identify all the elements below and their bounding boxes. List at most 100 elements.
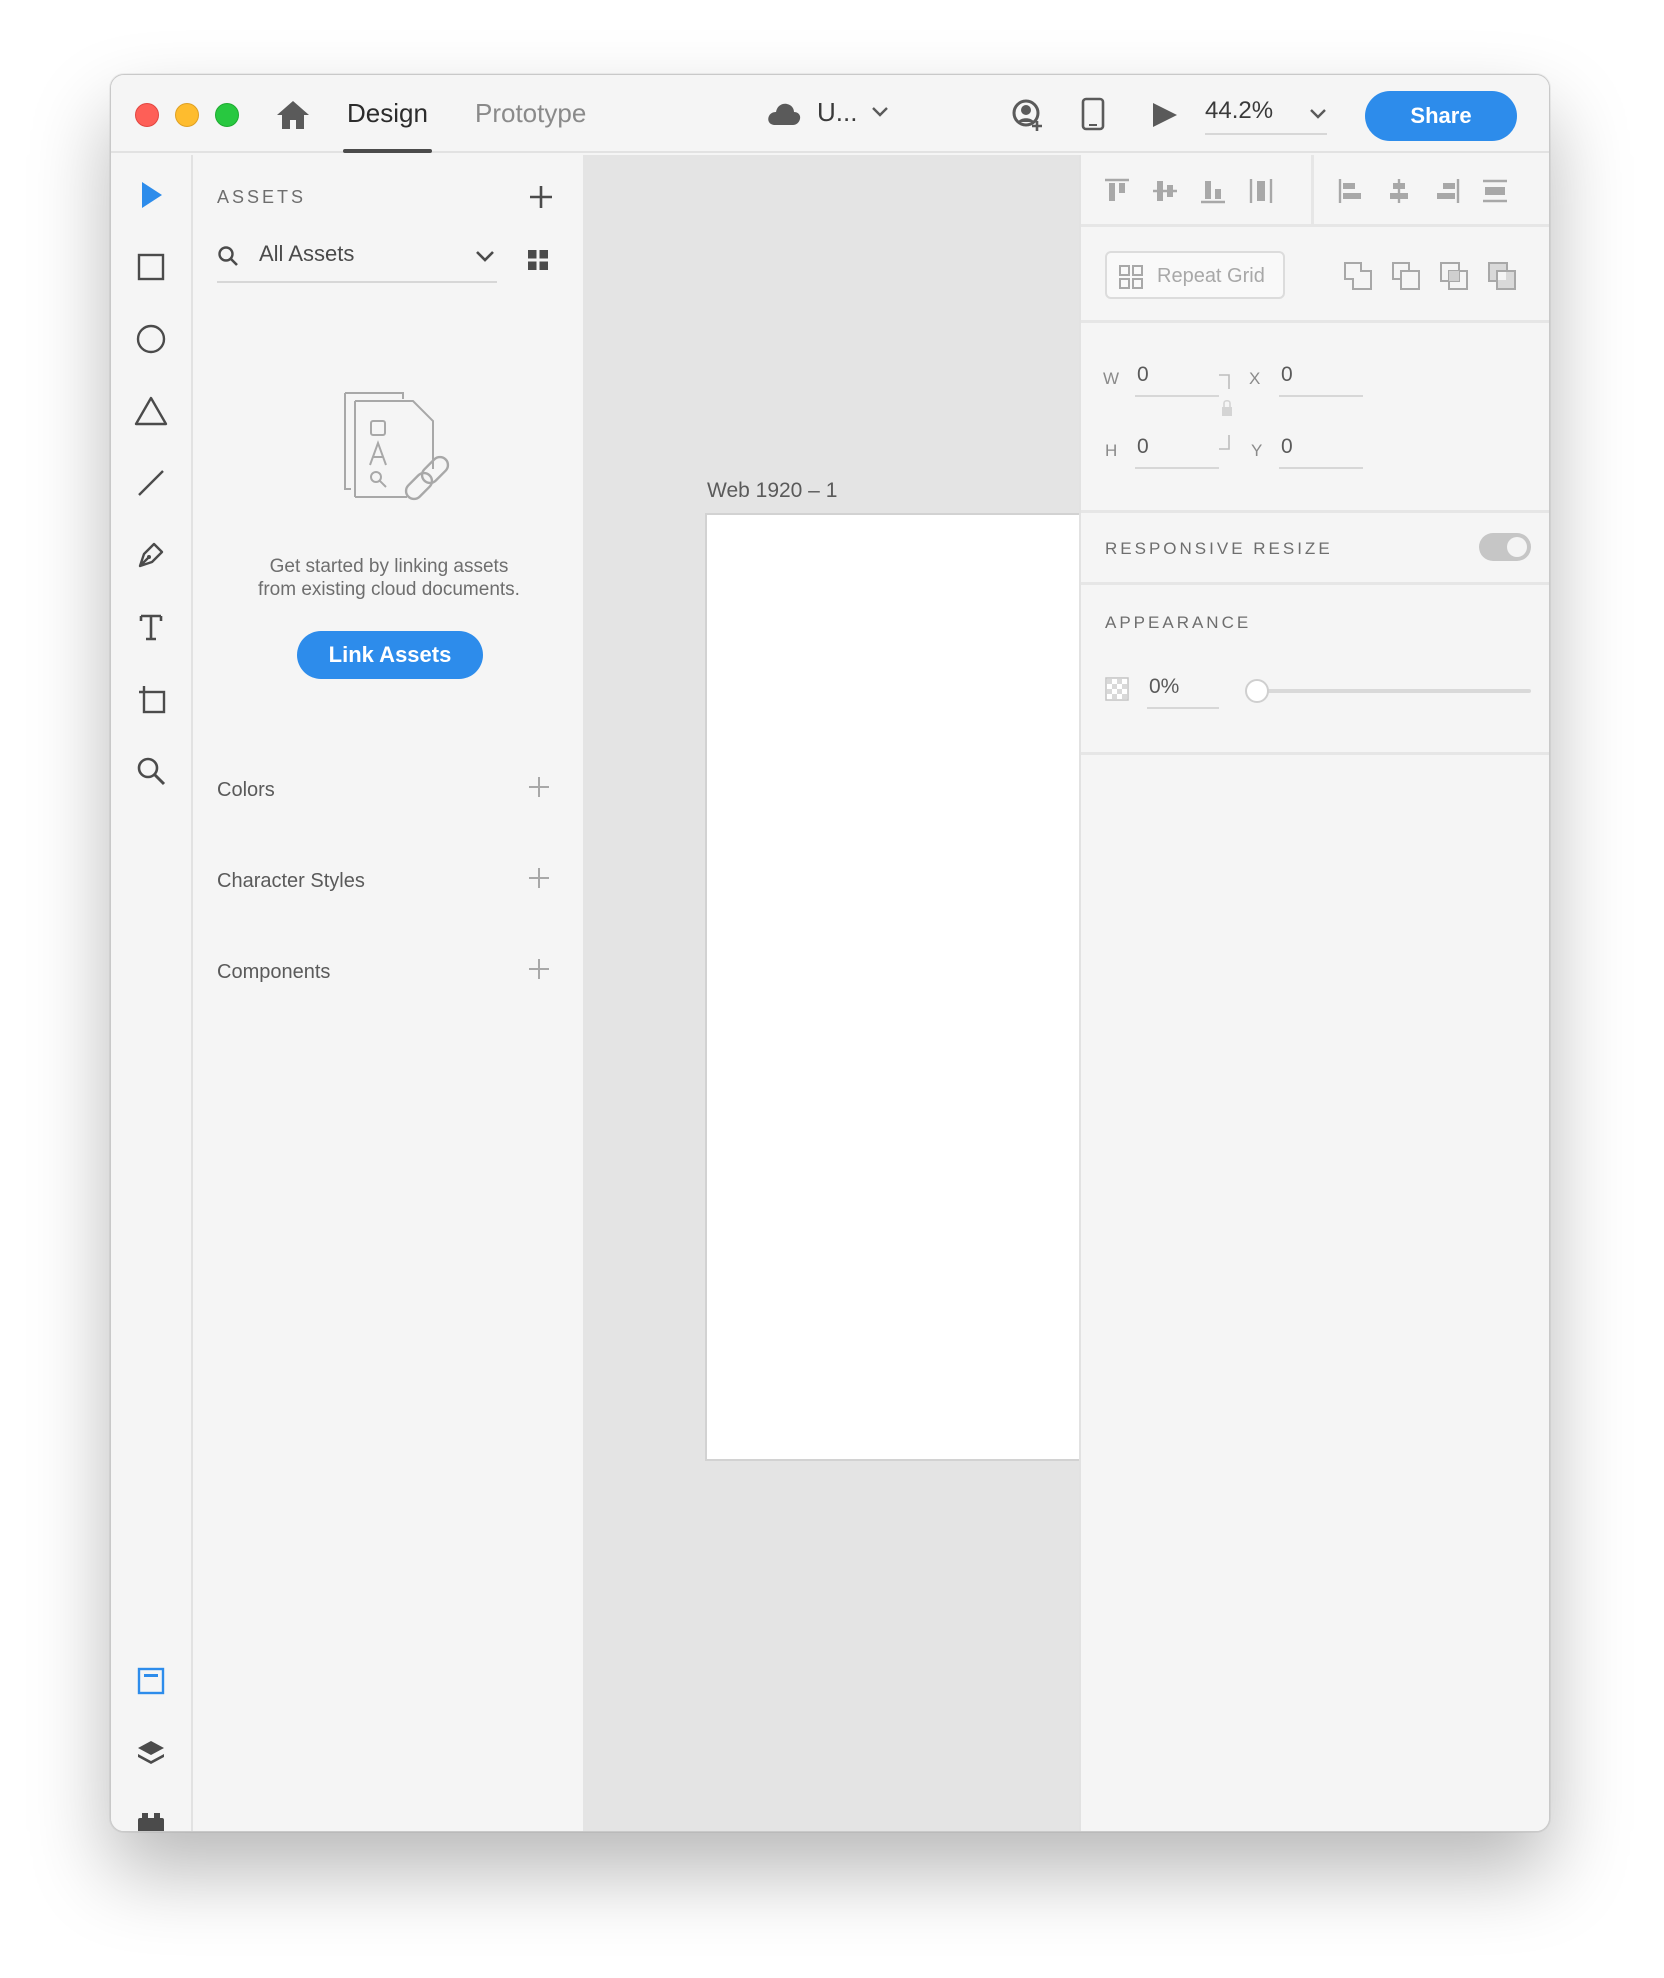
tab-prototype[interactable]: Prototype bbox=[475, 95, 586, 153]
toggle-knob bbox=[1507, 537, 1527, 557]
x-value: 0 bbox=[1281, 363, 1293, 386]
artboard-tool[interactable] bbox=[133, 681, 169, 717]
boolean-exclude-icon[interactable] bbox=[1487, 261, 1517, 291]
plugins-tool[interactable] bbox=[133, 1807, 169, 1831]
assets-filter-value: All Assets bbox=[259, 241, 355, 266]
appearance-label: APPEARANCE bbox=[1105, 613, 1252, 632]
x-label: X bbox=[1249, 369, 1261, 388]
section-character-styles[interactable]: Character Styles bbox=[217, 866, 561, 900]
pen-tool[interactable] bbox=[133, 537, 169, 573]
chevron-down-icon[interactable] bbox=[871, 105, 889, 119]
pen-icon bbox=[138, 542, 164, 568]
align-toolbar bbox=[1081, 155, 1549, 227]
plus-icon[interactable] bbox=[527, 183, 555, 211]
opacity-slider-knob[interactable] bbox=[1245, 679, 1269, 703]
plugins-icon bbox=[138, 1813, 164, 1831]
align-right-icon[interactable] bbox=[1433, 177, 1461, 205]
assets-panel-tool[interactable] bbox=[133, 1663, 169, 1699]
align-bottom-icon[interactable] bbox=[1199, 177, 1227, 205]
section-components[interactable]: Components bbox=[217, 957, 561, 991]
transform-section: W 0 H 0 X 0 Y 0 bbox=[1081, 323, 1549, 513]
share-button[interactable]: Share bbox=[1365, 91, 1517, 141]
align-center-icon[interactable] bbox=[1385, 177, 1413, 205]
distribute-vertical-icon[interactable] bbox=[1247, 177, 1275, 205]
title-bar: Design Prototype U... 44.2% Share bbox=[111, 75, 1549, 153]
select-icon bbox=[142, 182, 162, 208]
assets-panel-icon bbox=[137, 1667, 165, 1695]
minimize-window-button[interactable] bbox=[175, 103, 199, 127]
plus-icon[interactable] bbox=[527, 957, 551, 981]
section-label: Character Styles bbox=[217, 870, 365, 892]
select-tool[interactable] bbox=[133, 177, 169, 213]
align-top-icon[interactable] bbox=[1103, 177, 1131, 205]
align-middle-icon[interactable] bbox=[1151, 177, 1179, 205]
close-window-button[interactable] bbox=[135, 103, 159, 127]
section-colors[interactable]: Colors bbox=[217, 775, 561, 809]
section-label: Colors bbox=[217, 779, 275, 801]
y-value: 0 bbox=[1281, 435, 1293, 458]
artboard-icon bbox=[139, 686, 166, 714]
empty-state-line-1: Get started by linking assets bbox=[269, 556, 509, 577]
empty-state-text: Get started by linking assets from exist… bbox=[217, 555, 561, 601]
opacity-checker-icon bbox=[1105, 677, 1129, 701]
ellipse-tool[interactable] bbox=[133, 321, 169, 357]
link-assets-button[interactable]: Link Assets bbox=[297, 631, 483, 679]
responsive-resize-toggle[interactable] bbox=[1479, 533, 1531, 561]
lock-aspect-icon[interactable] bbox=[1217, 371, 1237, 453]
ellipse-icon bbox=[136, 324, 166, 354]
align-left-icon[interactable] bbox=[1337, 177, 1365, 205]
plus-icon[interactable] bbox=[527, 775, 551, 799]
width-field[interactable]: 0 bbox=[1135, 361, 1219, 397]
canvas[interactable]: Web 1920 – 1 bbox=[583, 155, 1081, 1831]
play-icon[interactable] bbox=[1149, 101, 1179, 129]
rectangle-tool[interactable] bbox=[133, 249, 169, 285]
chevron-down-icon[interactable] bbox=[1309, 107, 1327, 121]
chevron-down-icon bbox=[476, 251, 494, 262]
polygon-tool[interactable] bbox=[133, 393, 169, 429]
zoom-tool[interactable] bbox=[133, 753, 169, 789]
section-label: Components bbox=[217, 961, 331, 983]
boolean-add-icon[interactable] bbox=[1343, 261, 1373, 291]
invite-user-icon[interactable] bbox=[1011, 97, 1045, 133]
repeat-grid-icon bbox=[1119, 265, 1143, 289]
layers-icon bbox=[138, 1741, 164, 1764]
assets-filter-dropdown[interactable]: All Assets bbox=[217, 239, 497, 283]
boolean-subtract-icon[interactable] bbox=[1391, 261, 1421, 291]
tab-design[interactable]: Design bbox=[343, 95, 432, 153]
line-tool[interactable] bbox=[133, 465, 169, 501]
linked-assets-illustration-icon bbox=[344, 392, 450, 501]
responsive-resize-row: RESPONSIVE RESIZE bbox=[1081, 513, 1549, 585]
y-field[interactable]: 0 bbox=[1279, 433, 1363, 469]
grid-view-icon[interactable] bbox=[527, 249, 549, 271]
opacity-field[interactable]: 0% bbox=[1147, 671, 1219, 709]
zoom-value: 44.2% bbox=[1205, 97, 1274, 124]
text-tool[interactable] bbox=[133, 609, 169, 645]
y-label: Y bbox=[1251, 441, 1263, 460]
line-icon bbox=[138, 470, 164, 496]
device-preview-icon[interactable] bbox=[1081, 97, 1105, 131]
repeat-grid-label: Repeat Grid bbox=[1157, 265, 1265, 287]
repeat-grid-button[interactable]: Repeat Grid bbox=[1105, 251, 1285, 299]
x-field[interactable]: 0 bbox=[1279, 361, 1363, 397]
app-window: Design Prototype U... 44.2% Share ASSETS… bbox=[110, 74, 1550, 1832]
zoom-icon bbox=[137, 757, 166, 786]
assets-panel: ASSETS All Assets Get started by linking… bbox=[195, 155, 583, 1831]
layers-tool[interactable] bbox=[133, 1735, 169, 1771]
divider bbox=[1311, 155, 1314, 227]
opacity-value: 0% bbox=[1149, 675, 1180, 698]
height-field[interactable]: 0 bbox=[1135, 433, 1219, 469]
artboard-label[interactable]: Web 1920 – 1 bbox=[707, 479, 837, 503]
artboard[interactable] bbox=[705, 513, 1081, 1461]
plus-icon[interactable] bbox=[527, 866, 551, 890]
height-label: H bbox=[1105, 441, 1118, 460]
home-icon[interactable] bbox=[275, 99, 311, 131]
distribute-horizontal-icon[interactable] bbox=[1481, 177, 1509, 205]
boolean-intersect-icon[interactable] bbox=[1439, 261, 1469, 291]
maximize-window-button[interactable] bbox=[215, 103, 239, 127]
polygon-icon bbox=[134, 396, 168, 426]
search-icon bbox=[218, 246, 238, 266]
assets-title: ASSETS bbox=[217, 187, 307, 207]
rectangle-icon bbox=[137, 253, 165, 281]
opacity-slider[interactable] bbox=[1245, 679, 1531, 703]
document-title[interactable]: U... bbox=[817, 97, 857, 128]
